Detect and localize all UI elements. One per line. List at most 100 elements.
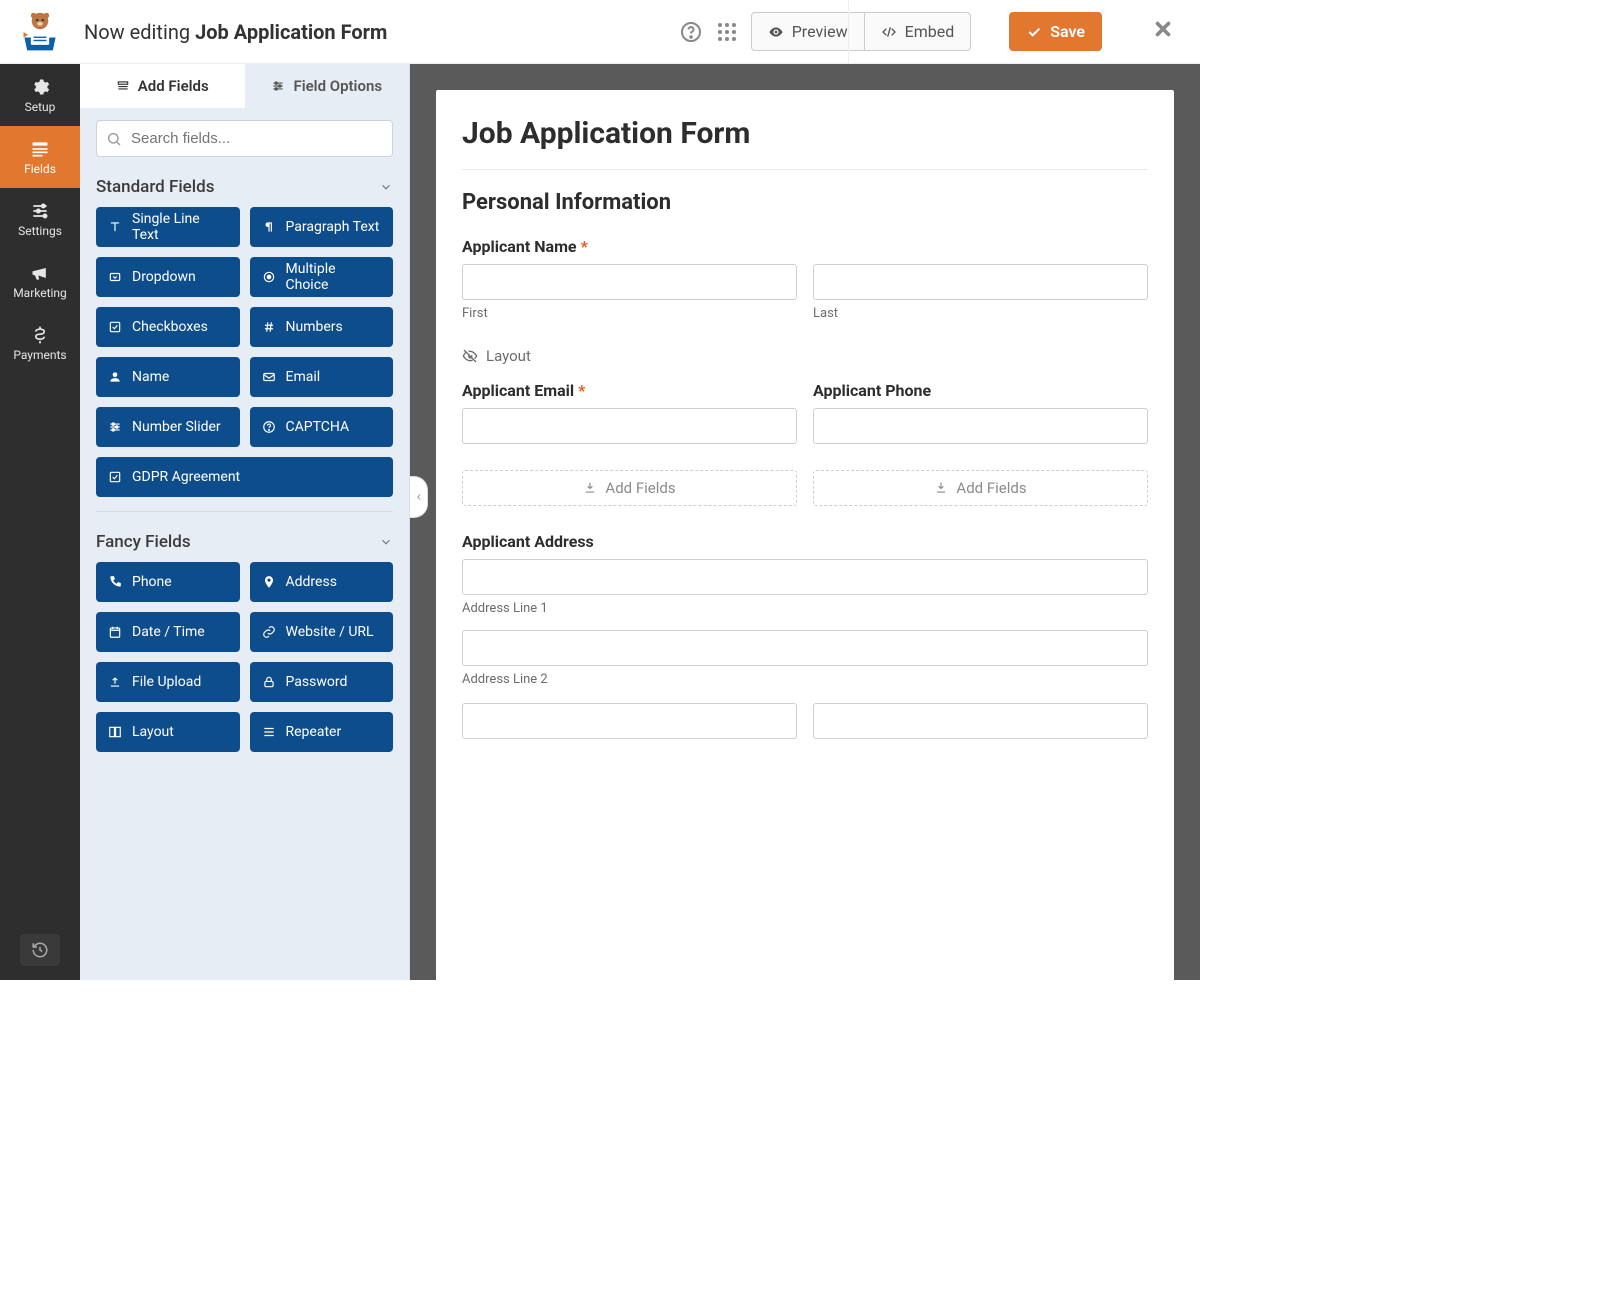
nav-settings[interactable]: Settings [0,188,80,250]
link-icon [262,625,276,639]
field-name[interactable]: Name [96,357,240,397]
eye-off-icon [462,348,478,364]
text-icon [108,220,122,234]
field-number-slider[interactable]: Number Slider [96,407,240,447]
form-preview: Job Application Form Personal Informatio… [436,90,1174,980]
chevron-left-icon [414,492,424,502]
lock-icon [262,675,276,689]
field-captcha[interactable]: CAPTCHA [250,407,394,447]
nav-fields[interactable]: Fields [0,126,80,188]
help-icon [262,420,276,434]
apps-grid-icon[interactable] [715,20,739,44]
search-icon [106,131,122,147]
history-button[interactable] [20,934,60,966]
check-icon [1026,24,1042,40]
field-date-time[interactable]: Date / Time [96,612,240,652]
form-icon [30,139,50,159]
field-file-upload[interactable]: File Upload [96,662,240,702]
input-address-1[interactable] [462,559,1148,595]
sublabel-first: First [462,306,797,321]
download-icon [934,481,948,495]
input-city[interactable] [462,703,797,739]
input-last-name[interactable] [813,264,1148,300]
input-state[interactable] [813,703,1148,739]
para-icon [262,220,276,234]
embed-button[interactable]: Embed [864,12,972,51]
chevron-down-icon [379,180,393,194]
nav-setup[interactable]: Setup [0,64,80,126]
phone-icon [108,575,122,589]
form-title: Job Application Form [462,116,1148,151]
nav-marketing[interactable]: Marketing [0,250,80,312]
form-section-title: Personal Information [462,190,1148,215]
sliders-icon [271,79,285,93]
list-icon [262,725,276,739]
upload-icon [108,675,122,689]
sublabel-last: Last [813,306,1148,321]
dropzone-add-fields-left[interactable]: Add Fields [462,470,797,506]
collapse-sidebar-handle[interactable] [410,476,428,518]
sublabel-addr1: Address Line 1 [462,601,1148,616]
section-fancy-fields[interactable]: Fancy Fields [96,526,393,562]
field-address[interactable]: Address [250,562,394,602]
section-standard-fields[interactable]: Standard Fields [96,171,393,207]
mail-icon [262,370,276,384]
chevron-down-icon [379,535,393,549]
nav-label: Marketing [13,286,67,300]
field-phone[interactable]: Phone [96,562,240,602]
help-icon[interactable] [679,20,703,44]
nav-payments[interactable]: Payments [0,312,80,374]
dollar-icon [30,325,50,345]
nav-label: Payments [13,348,66,362]
field-dropdown[interactable]: Dropdown [96,257,240,297]
tab-field-options[interactable]: Field Options [245,64,410,108]
sliders-icon [30,201,50,221]
field-paragraph-text[interactable]: Paragraph Text [250,207,394,247]
check-icon [108,320,122,334]
sliders-icon [108,420,122,434]
cal-icon [108,625,122,639]
field-website-url[interactable]: Website / URL [250,612,394,652]
field-checkboxes[interactable]: Checkboxes [96,307,240,347]
field-multiple-choice[interactable]: Multiple Choice [250,257,394,297]
field-gdpr-agreement[interactable]: GDPR Agreement [96,457,393,497]
close-button[interactable] [1142,17,1184,47]
close-icon [1152,18,1174,40]
app-logo[interactable] [0,0,80,63]
tab-add-fields[interactable]: Add Fields [80,64,245,108]
label-applicant-phone: Applicant Phone [813,381,1148,400]
history-icon [31,941,49,959]
megaphone-icon [30,263,50,283]
field-single-line-text[interactable]: Single Line Text [96,207,240,247]
radio-icon [262,270,276,284]
input-address-2[interactable] [462,630,1148,666]
code-icon [881,24,897,40]
label-applicant-name: Applicant Name* [462,237,1148,256]
list-icon [116,79,130,93]
label-applicant-address: Applicant Address [462,532,1148,551]
field-layout[interactable]: Layout [96,712,240,752]
field-email[interactable]: Email [250,357,394,397]
nav-label: Setup [25,100,56,114]
gear-icon [30,77,50,97]
search-input[interactable] [96,120,393,157]
save-button[interactable]: Save [1009,12,1102,51]
field-numbers[interactable]: Numbers [250,307,394,347]
dropzone-add-fields-right[interactable]: Add Fields [813,470,1148,506]
download-icon [583,481,597,495]
pin-icon [262,575,276,589]
editing-title: Now editing Job Application Form [84,20,387,44]
input-applicant-email[interactable] [462,408,797,444]
layout-indicator[interactable]: Layout [462,347,1148,365]
eye-icon [768,24,784,40]
nav-label: Fields [24,162,56,176]
input-applicant-phone[interactable] [813,408,1148,444]
search-fields[interactable] [96,120,393,157]
check-square-icon [108,470,122,484]
field-repeater[interactable]: Repeater [250,712,394,752]
nav-label: Settings [18,224,62,238]
input-first-name[interactable] [462,264,797,300]
field-password[interactable]: Password [250,662,394,702]
label-applicant-email: Applicant Email* [462,381,797,400]
layout-icon [108,725,122,739]
